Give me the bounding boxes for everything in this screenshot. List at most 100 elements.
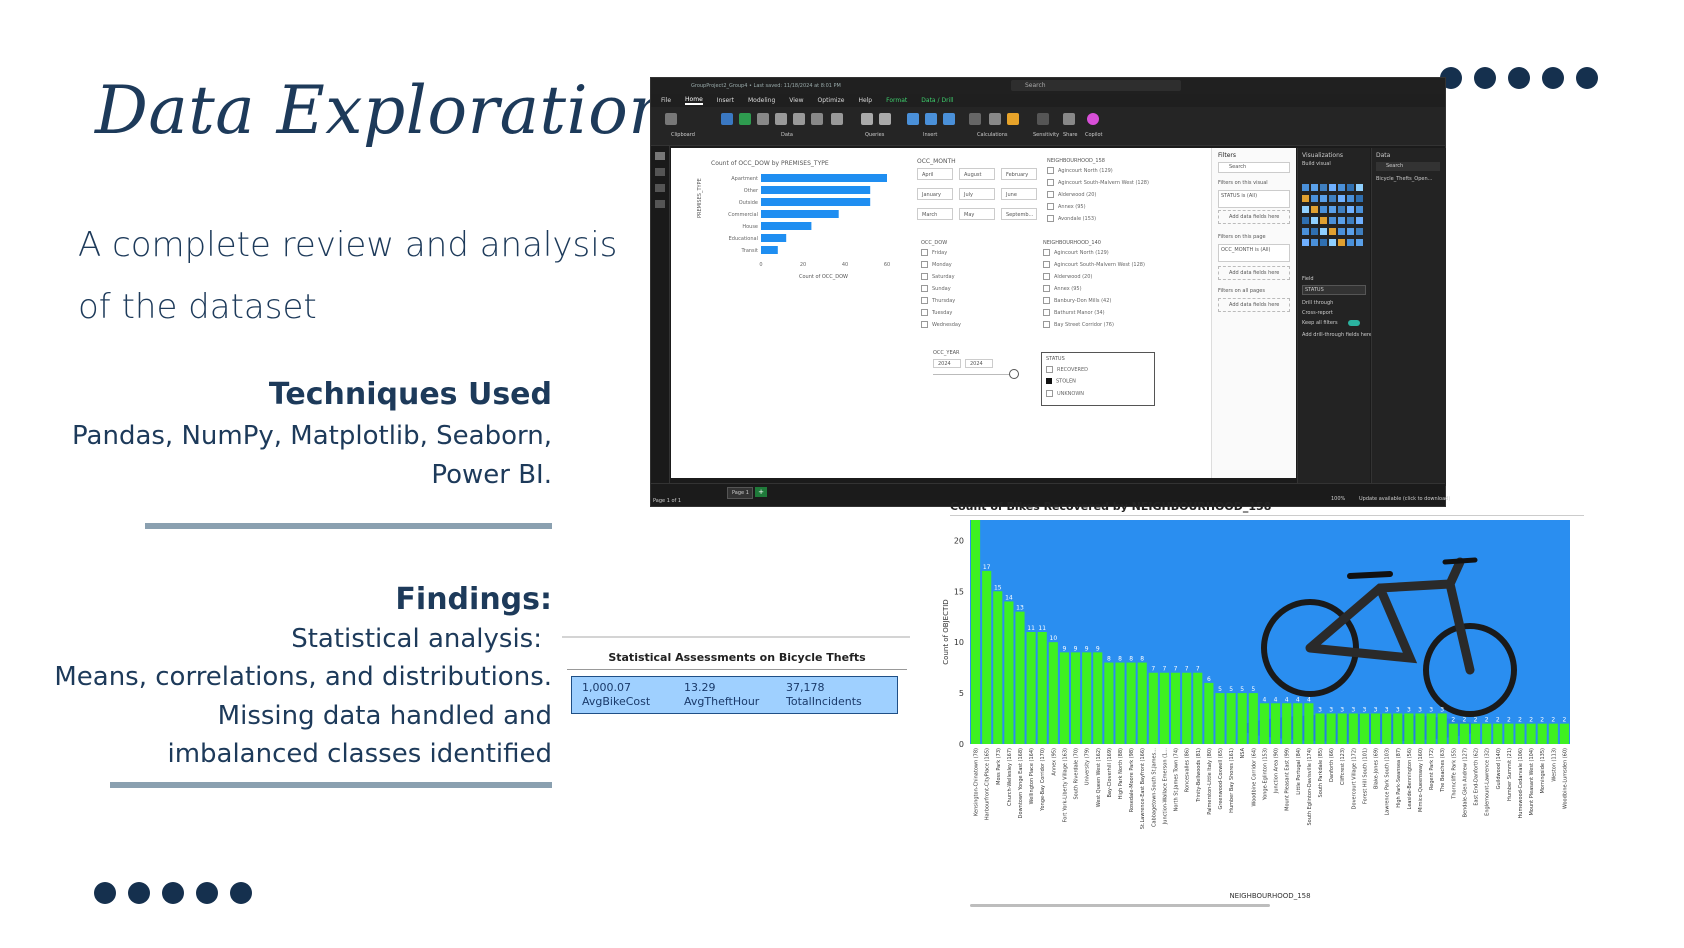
dow-option[interactable]: Friday [921, 249, 947, 256]
quick-measure-icon[interactable] [989, 113, 1001, 125]
nbh140-option[interactable]: Banbury-Don Mills (42) [1043, 297, 1111, 304]
pbi-menu-format[interactable]: Format [886, 97, 907, 104]
viz-type-icon[interactable] [1329, 228, 1336, 235]
recent-sources-icon[interactable] [831, 113, 843, 125]
viz-type-icon[interactable] [1338, 184, 1345, 191]
month-option[interactable]: July [959, 188, 995, 200]
viz-type-icon[interactable] [1311, 239, 1318, 246]
filter-card-status[interactable]: STATUS is (All) [1218, 190, 1290, 208]
filters-search[interactable]: Search [1218, 162, 1290, 173]
nbh140-option[interactable]: Annex (95) [1043, 285, 1082, 292]
month-option[interactable]: Septemb... [1001, 208, 1037, 220]
pbi-menu-file[interactable]: File [661, 97, 671, 104]
viz-type-icon[interactable] [1356, 206, 1363, 213]
viz-type-icon[interactable] [1320, 239, 1327, 246]
viz-type-icon[interactable] [1311, 217, 1318, 224]
transform-icon[interactable] [861, 113, 873, 125]
table-view-icon[interactable] [655, 168, 665, 176]
viz-type-icon[interactable] [1356, 239, 1363, 246]
viz-type-icon[interactable] [1347, 184, 1354, 191]
filter-card-month[interactable]: OCC_MONTH is (All) [1218, 244, 1290, 262]
pbi-menu-help[interactable]: Help [858, 97, 872, 104]
nbh140-option[interactable]: Bathurst Manor (34) [1043, 309, 1105, 316]
dow-option[interactable]: Saturday [921, 273, 955, 280]
viz-type-icon[interactable] [1338, 195, 1345, 202]
model-view-icon[interactable] [655, 184, 665, 192]
more-visuals-icon[interactable] [943, 113, 955, 125]
pbi-menu-insert[interactable]: Insert [717, 97, 734, 104]
viz-type-icon[interactable] [1329, 184, 1336, 191]
viz-type-icon[interactable] [1356, 228, 1363, 235]
viz-type-icon[interactable] [1347, 217, 1354, 224]
refresh-icon[interactable] [879, 113, 891, 125]
viz-type-icon[interactable] [1320, 195, 1327, 202]
viz-type-icon[interactable] [1302, 239, 1309, 246]
viz-type-icon[interactable] [1329, 217, 1336, 224]
report-view-icon[interactable] [655, 152, 665, 160]
pbi-menu-home[interactable]: Home [685, 96, 703, 105]
viz-type-icon[interactable] [1338, 206, 1345, 213]
nbh140-option[interactable]: Alderwood (20) [1043, 273, 1092, 280]
viz-type-icon[interactable] [1311, 195, 1318, 202]
viz-type-icon[interactable] [1338, 217, 1345, 224]
viz-type-icon[interactable] [1320, 228, 1327, 235]
viz-type-icon[interactable] [1356, 195, 1363, 202]
status-option-stolen[interactable]: STOLEN [1046, 378, 1076, 385]
viz-type-icon[interactable] [1347, 239, 1354, 246]
text-box-icon[interactable] [925, 113, 937, 125]
recovered-bar-chart[interactable]: 05101520Count of OBJECTID22Kensington-Ch… [940, 518, 1580, 918]
viz-type-icon[interactable] [1338, 228, 1345, 235]
viz-type-icon[interactable] [1320, 217, 1327, 224]
month-option[interactable]: April [917, 168, 953, 180]
new-visual-icon[interactable] [907, 113, 919, 125]
pbi-search-box[interactable]: Search [1011, 80, 1181, 91]
dow-option[interactable]: Monday [921, 261, 952, 268]
viz-type-icon[interactable] [1356, 217, 1363, 224]
viz-type-icon[interactable] [1320, 184, 1327, 191]
nbh158-option[interactable]: Annex (95) [1047, 203, 1086, 210]
viz-type-icon[interactable] [1311, 206, 1318, 213]
pbi-menu-view[interactable]: View [789, 97, 803, 104]
nbh140-option[interactable]: Bay Street Corridor (76) [1043, 321, 1114, 328]
viz-type-icon[interactable] [1347, 195, 1354, 202]
month-option[interactable]: March [917, 208, 953, 220]
enter-data-icon[interactable] [793, 113, 805, 125]
viz-type-icon[interactable] [1356, 184, 1363, 191]
month-option[interactable]: May [959, 208, 995, 220]
viz-type-icon[interactable] [1347, 206, 1354, 213]
status-option-recovered[interactable]: RECOVERED [1046, 366, 1088, 373]
pbi-update-notice[interactable]: Update available (click to download) [1359, 496, 1450, 502]
month-option[interactable]: June [1001, 188, 1037, 200]
add-fields-all[interactable]: Add data fields here [1218, 298, 1290, 312]
get-data-icon[interactable] [721, 113, 733, 125]
viz-type-icon[interactable] [1302, 217, 1309, 224]
dow-option[interactable]: Sunday [921, 285, 951, 292]
viz-type-icon[interactable] [1302, 184, 1309, 191]
viz-type-icon[interactable] [1320, 206, 1327, 213]
month-option[interactable]: August [959, 168, 995, 180]
dataverse-icon[interactable] [811, 113, 823, 125]
publish-icon[interactable] [1063, 113, 1075, 125]
copilot-icon[interactable] [1087, 113, 1099, 125]
nbh158-option[interactable]: Agincourt North (129) [1047, 167, 1113, 174]
viz-type-icon[interactable] [1347, 228, 1354, 235]
onelake-icon[interactable] [757, 113, 769, 125]
premises-bar-chart[interactable]: Apartment Other Outside Commercial House Educ… [701, 170, 901, 280]
viz-type-icon[interactable] [1329, 206, 1336, 213]
pbi-zoom[interactable]: 100% [1331, 496, 1345, 502]
status-option-unknown[interactable]: UNKNOWN [1046, 390, 1084, 397]
month-option[interactable]: January [917, 188, 953, 200]
data-table-item[interactable]: Bicycle_Thefts_Open... [1376, 176, 1432, 182]
data-search[interactable]: Search [1376, 162, 1440, 171]
viz-type-icon[interactable] [1311, 228, 1318, 235]
keep-filters-toggle[interactable] [1348, 320, 1360, 326]
month-option[interactable]: February [1001, 168, 1037, 180]
nbh140-option[interactable]: Agincourt North (129) [1043, 249, 1109, 256]
sql-icon[interactable] [775, 113, 787, 125]
pbi-menu-data-drill[interactable]: Data / Drill [921, 97, 953, 104]
add-fields-page[interactable]: Add data fields here [1218, 266, 1290, 280]
nbh158-option[interactable]: Agincourt South-Malvern West (128) [1047, 179, 1149, 186]
dow-option[interactable]: Wednesday [921, 321, 961, 328]
dow-option[interactable]: Tuesday [921, 309, 952, 316]
chart-scrollbar[interactable] [970, 904, 1270, 907]
